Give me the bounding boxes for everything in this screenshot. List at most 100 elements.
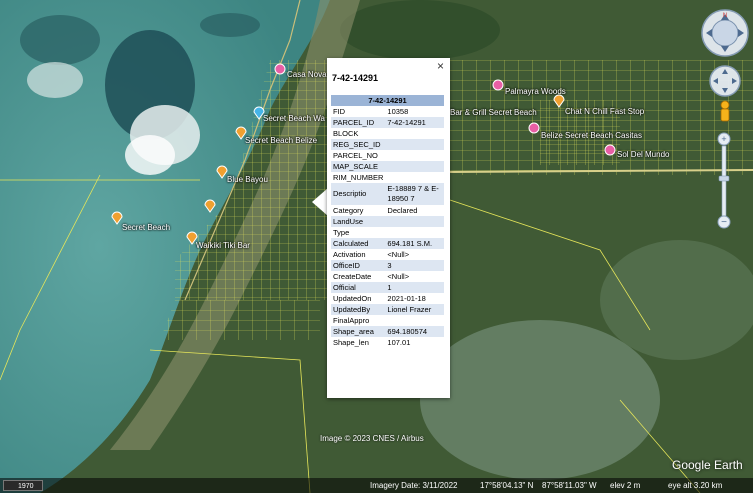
place-label[interactable]: Bar & Grill Secret Beach [450,108,537,117]
field-value: 3 [385,260,444,271]
place-label[interactable]: Secret Beach [122,223,170,232]
table-row: MAP_SCALE [331,161,444,172]
longitude-readout: 87°58'11.03" W [542,481,597,490]
field-name: RIM_NUMBER [333,173,384,182]
field-value [385,172,444,183]
field-value: 7-42-14291 [385,117,444,128]
field-value: 694.181 S.M. [385,238,444,249]
place-pin-icon[interactable] [552,94,566,108]
table-row: Official 1 [331,282,444,293]
latitude-readout: 17°58'04.13" N [480,481,534,490]
restaurant-pin-icon[interactable] [603,143,617,157]
move-joystick[interactable] [708,64,742,103]
field-value [385,139,444,150]
field-name: Calculated [331,238,386,249]
place-label[interactable]: Secret Beach Wa [263,114,325,123]
field-value [385,315,444,326]
table-row: Calculated 694.181 S.M. [331,238,444,249]
svg-text:N: N [723,13,727,19]
close-icon[interactable]: × [437,59,444,73]
field-name: CreateDate [333,272,372,281]
field-value [385,216,444,227]
field-value: 10358 [387,107,409,116]
field-name: Type [333,228,350,237]
table-row: RIM_NUMBER [331,172,444,183]
table-row: Activation <Null> [331,249,444,260]
table-row: FinalAppro [331,315,444,326]
place-label[interactable]: Chat N Chill Fast Stop [565,107,644,116]
table-row: Descriptio E-18889 7 & E-18950 7 [331,183,444,205]
popup-tail [312,188,328,216]
historical-imagery-button[interactable]: 1970 [3,480,43,491]
place-label[interactable]: Blue Bayou [227,175,268,184]
popup-title: 7-42-14291 [332,73,379,83]
field-value [385,150,444,161]
attribute-table: 7-42-14291 FID 10358 PARCEL_ID 7-42-14291 … [331,95,444,348]
svg-text:+: + [721,134,726,144]
field-name: OfficeID [331,260,386,271]
field-value: 694.180574 [385,326,444,337]
restaurant-pin-icon[interactable] [491,78,505,92]
eye-altitude-readout: eye alt 3.20 km [668,481,723,490]
field-name: PARCEL_ID [331,117,386,128]
field-name: Shape_area [331,326,386,337]
table-row: Shape_len 107.01 [331,337,444,348]
parcel-info-balloon: 7-42-14291 × 7-42-14291 FID 10358 PARCEL_… [327,58,450,398]
status-bar: Imagery Date: 3/11/2022 17°58'04.13" N 8… [0,478,753,493]
restaurant-pin-icon[interactable] [273,62,287,76]
field-name: BLOCK [333,129,359,138]
table-row: REG_SEC_ID [331,139,444,150]
field-value [385,161,444,172]
place-label[interactable]: Secret Beach Belize [245,136,317,145]
elevation-readout: elev 2 m [610,481,641,490]
table-row: CreateDate <Null> [331,271,444,282]
table-row: PARCEL_ID 7-42-14291 [331,117,444,128]
field-name: UpdatedOn [333,294,372,303]
table-header: 7-42-14291 [331,95,444,106]
field-name: Shape_len [333,338,369,347]
field-name: UpdatedBy [331,304,386,315]
field-name: Descriptio [331,183,386,205]
table-row: BLOCK [331,128,444,139]
field-value: <Null> [387,272,410,281]
field-name: Official [331,282,386,293]
field-name: Activation [333,250,366,259]
pegman-icon[interactable] [718,100,732,129]
place-label[interactable]: Sol Del Mundo [617,150,669,159]
field-name: FinalAppro [333,316,370,325]
place-pin-icon[interactable] [203,199,217,213]
look-joystick[interactable]: N [700,8,750,63]
table-row: UpdatedOn 2021-01-18 [331,293,444,304]
place-label[interactable]: Waikiki Tiki Bar [196,241,250,250]
field-value: 1 [385,282,444,293]
table-row: UpdatedBy Lionel Frazer [331,304,444,315]
place-label[interactable]: Belize Secret Beach Casitas [541,131,642,140]
field-value [385,128,444,139]
field-value: Lionel Frazer [385,304,444,315]
table-row: LandUse [331,216,444,227]
imagery-date: Imagery Date: 3/11/2022 [370,481,458,490]
field-value: 107.01 [387,338,411,347]
table-row: Category Declared [331,205,444,216]
restaurant-pin-icon[interactable] [527,121,541,135]
table-row: FID 10358 [331,106,444,117]
field-name: FID [333,107,346,116]
field-value: <Null> [387,250,410,259]
svg-text:−: − [721,217,727,228]
table-row: Type [331,227,444,238]
table-row: OfficeID 3 [331,260,444,271]
field-value [385,227,444,238]
field-name: Category [333,206,364,215]
field-value: Declared [387,206,418,215]
field-value: 2021-01-18 [387,294,426,303]
imagery-copyright: Image © 2023 CNES / Airbus [320,434,424,443]
zoom-slider[interactable]: + − [717,132,731,235]
field-name: REG_SEC_ID [331,139,386,150]
field-name: MAP_SCALE [331,161,386,172]
place-label[interactable]: Casa Nova [287,70,327,79]
table-row: Shape_area 694.180574 [331,326,444,337]
historical-year: 1970 [18,483,34,490]
table-row: PARCEL_NO [331,150,444,161]
field-name: PARCEL_NO [333,151,378,160]
field-value: E-18889 7 & E-18950 7 [385,183,444,205]
